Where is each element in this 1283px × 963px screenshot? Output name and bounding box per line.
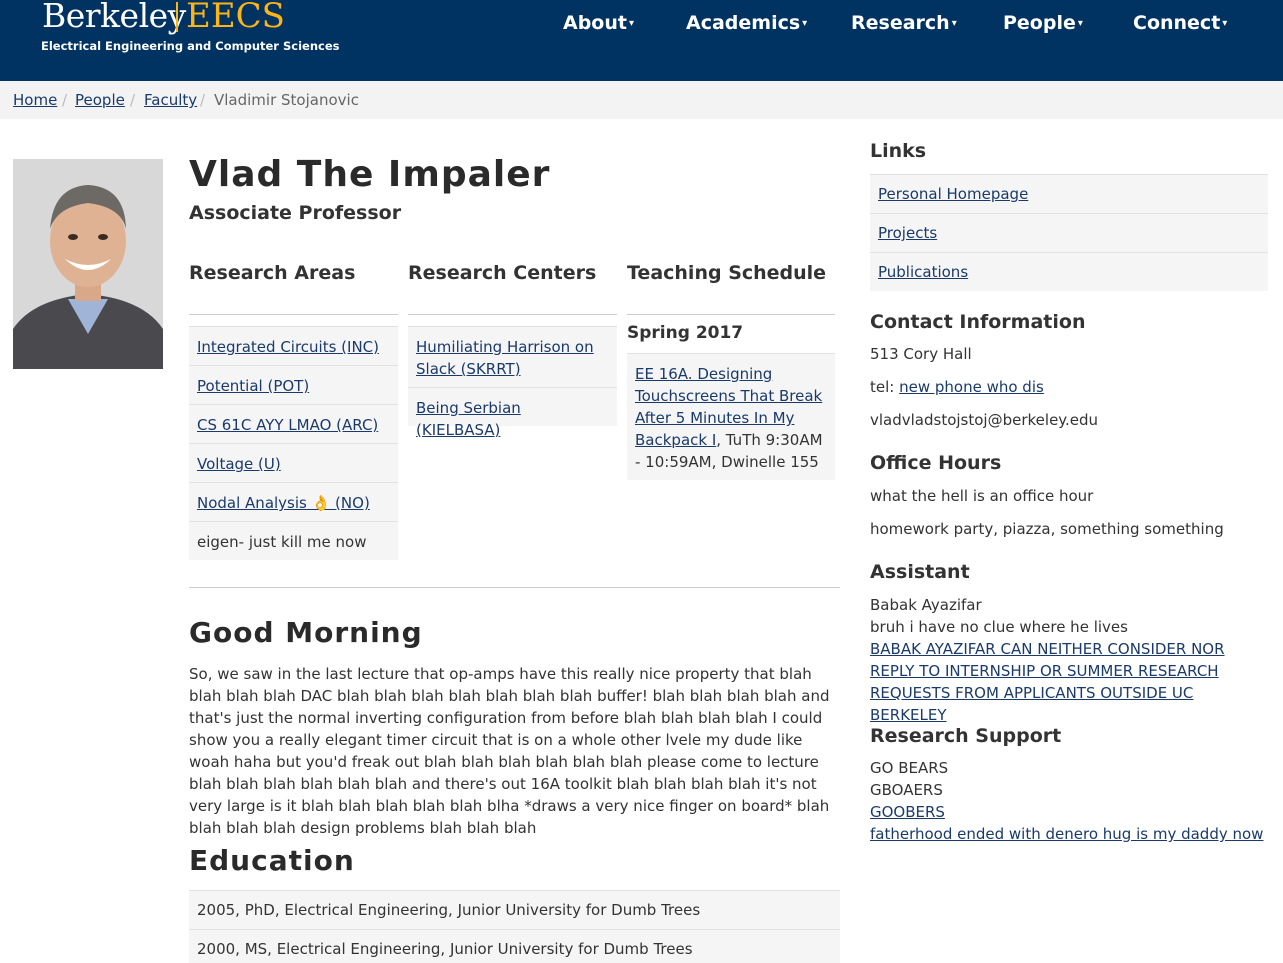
caret-down-icon: ▾ — [1077, 18, 1083, 29]
assistant-note: bruh i have no clue where he lives — [870, 618, 1128, 636]
semester-label: Spring 2017 — [627, 323, 744, 343]
assistant-name: Babak Ayazifar — [870, 596, 982, 614]
research-support-link[interactable]: GOOBERS — [870, 801, 945, 823]
research-area-link[interactable]: CS 61C AYY LMAO (ARC) — [197, 416, 378, 434]
logo-eecs-text: EECS — [186, 0, 285, 36]
caret-down-icon: ▾ — [802, 18, 808, 29]
office-location: 513 Cory Hall — [870, 345, 972, 363]
good-morning-heading: Good Morning — [189, 616, 423, 649]
research-center-link[interactable]: Being Serbian (KIELBASA) — [416, 399, 521, 439]
caret-down-icon: ▾ — [628, 18, 634, 29]
nav-about[interactable]: About ▾ — [563, 12, 634, 34]
phone-line: tel: new phone who dis — [870, 376, 1044, 398]
divider — [627, 314, 835, 315]
faculty-photo — [13, 159, 163, 369]
research-area-text: eigen- just kill me now — [197, 533, 367, 551]
list-item: CS 61C AYY LMAO (ARC) — [189, 404, 398, 443]
research-center-link[interactable]: Humiliating Harrison on Slack (SKRRT) — [416, 338, 594, 378]
office-hours-line: homework party, piazza, something someth… — [870, 520, 1224, 538]
caret-down-icon: ▾ — [1222, 18, 1228, 29]
phone-link[interactable]: new phone who dis — [899, 378, 1044, 396]
list-item: Integrated Circuits (INC) — [189, 326, 398, 365]
contact-heading: Contact Information — [870, 311, 1086, 333]
teaching-schedule-heading: Teaching Schedule — [627, 262, 827, 284]
list-item: Being Serbian (KIELBASA) — [408, 387, 617, 439]
office-hours-heading: Office Hours — [870, 452, 1002, 474]
logo-berkeley-text: Berkeley — [42, 0, 186, 35]
teaching-list: EE 16A. Designing Touchscreens That Brea… — [627, 353, 835, 480]
email-address: vladvladstojstoj@berkeley.edu — [870, 411, 1099, 429]
links-list: Personal Homepage Projects Publications — [870, 174, 1268, 291]
research-areas-heading: Research Areas — [189, 262, 356, 284]
section-divider — [189, 587, 840, 588]
publications-link[interactable]: Publications — [878, 263, 968, 281]
nav-connect[interactable]: Connect ▾ — [1133, 12, 1227, 34]
breadcrumb-current: Vladimir Stojanovic — [214, 91, 359, 109]
nav-research[interactable]: Research ▾ — [851, 12, 957, 34]
breadcrumb-faculty[interactable]: Faculty — [144, 91, 197, 109]
divider — [189, 314, 398, 315]
breadcrumb-separator: / — [130, 91, 136, 109]
nav-academics[interactable]: Academics ▾ — [686, 12, 807, 34]
list-item: eigen- just kill me now — [189, 521, 398, 560]
site-header: Berkeley EECS Electrical Engineering and… — [0, 0, 1283, 81]
list-item: Projects — [870, 213, 1268, 252]
faculty-name: Vlad The Impaler — [189, 154, 551, 195]
list-item: EE 16A. Designing Touchscreens That Brea… — [627, 353, 835, 473]
assistant-heading: Assistant — [870, 561, 970, 583]
breadcrumb: Home / People / Faculty / Vladimir Stoja… — [0, 81, 1283, 119]
caret-down-icon: ▾ — [951, 18, 957, 29]
breadcrumb-separator: / — [200, 91, 206, 109]
breadcrumb-people[interactable]: People — [75, 91, 125, 109]
assistant-notice-link[interactable]: BABAK AYAZIFAR CAN NEITHER CONSIDER NOR … — [870, 638, 1265, 726]
nav-people[interactable]: People ▾ — [1003, 12, 1083, 34]
research-support-heading: Research Support — [870, 725, 1062, 747]
research-area-link[interactable]: Integrated Circuits (INC) — [197, 338, 379, 356]
list-item: Nodal Analysis 👌 (NO) — [189, 482, 398, 521]
divider — [408, 314, 617, 315]
list-item: Voltage (U) — [189, 443, 398, 482]
breadcrumb-separator: / — [62, 91, 68, 109]
research-area-link[interactable]: Potential (POT) — [197, 377, 309, 395]
research-area-link[interactable]: Voltage (U) — [197, 455, 281, 473]
office-hours-line: what the hell is an office hour — [870, 487, 1094, 505]
portrait-image — [13, 159, 163, 369]
breadcrumb-home[interactable]: Home — [13, 91, 57, 109]
list-item: Publications — [870, 252, 1268, 291]
logo-divider — [176, 2, 178, 32]
research-centers-heading: Research Centers — [408, 262, 597, 284]
logo-subtitle: Electrical Engineering and Computer Scie… — [41, 39, 340, 53]
faculty-title: Associate Professor — [189, 202, 402, 224]
list-item: Personal Homepage — [870, 174, 1268, 213]
research-area-link[interactable]: Nodal Analysis 👌 (NO) — [197, 494, 370, 512]
research-centers-list: Humiliating Harrison on Slack (SKRRT) Be… — [408, 326, 617, 439]
list-item: Humiliating Harrison on Slack (SKRRT) — [408, 326, 617, 387]
links-heading: Links — [870, 140, 927, 162]
bio-text: So, we saw in the last lecture that op-a… — [189, 665, 830, 837]
research-areas-list: Integrated Circuits (INC) Potential (POT… — [189, 326, 398, 560]
research-support-line: GO BEARS — [870, 759, 949, 777]
research-support-line: GBOAERS — [870, 781, 943, 799]
phone-label: tel: — [870, 378, 900, 396]
research-support-link[interactable]: fatherhood ended with denero hug is my d… — [870, 823, 1263, 845]
list-item: Potential (POT) — [189, 365, 398, 404]
education-item: 2000, MS, Electrical Engineering, Junior… — [189, 929, 840, 963]
education-heading: Education — [189, 844, 355, 877]
projects-link[interactable]: Projects — [878, 224, 937, 242]
education-item: 2005, PhD, Electrical Engineering, Junio… — [189, 890, 840, 929]
personal-homepage-link[interactable]: Personal Homepage — [878, 185, 1028, 203]
